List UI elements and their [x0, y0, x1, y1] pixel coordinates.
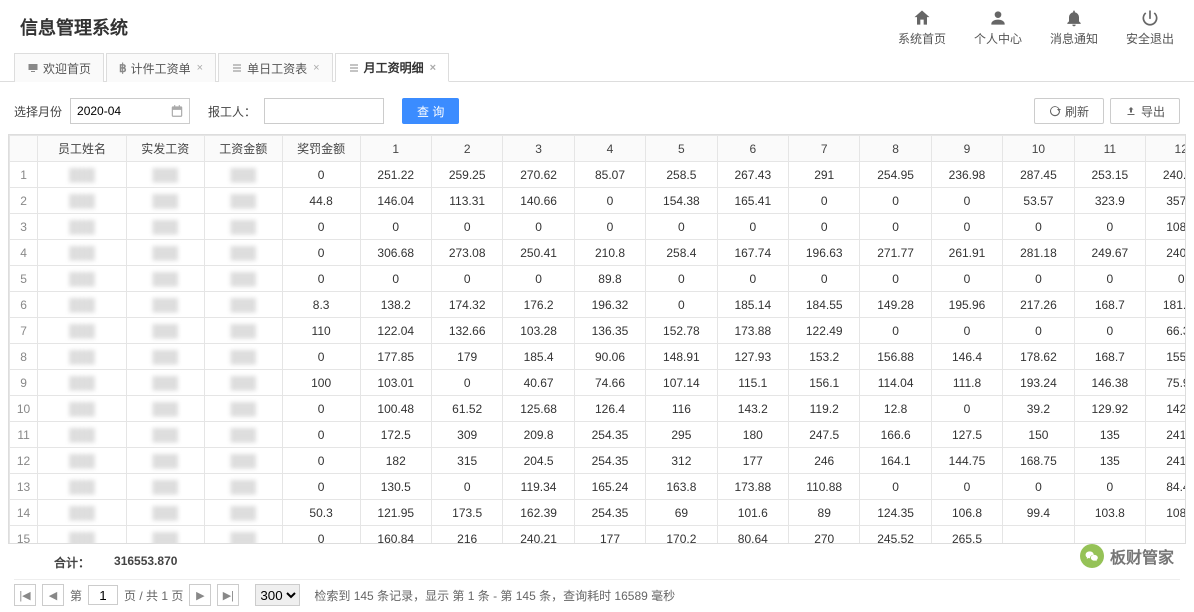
column-header[interactable] [10, 136, 38, 162]
app-header: 信息管理系统 系统首页 个人中心 消息通知 安全退出 [0, 0, 1194, 52]
column-header[interactable]: 7 [789, 136, 860, 162]
close-icon[interactable]: × [197, 62, 203, 74]
list-icon [348, 62, 360, 74]
table-row[interactable]: 2█████████44.8146.04113.31140.660154.381… [10, 188, 1187, 214]
table-row[interactable]: 8█████████0177.85179185.490.06148.91127.… [10, 344, 1187, 370]
export-icon [1125, 105, 1137, 117]
column-header[interactable]: 奖罚金额 [282, 136, 360, 162]
grid-header: 员工姓名实发工资工资金额奖罚金额12345678910111213 [10, 136, 1187, 162]
column-header[interactable]: 5 [646, 136, 717, 162]
nav-profile-label: 个人中心 [974, 30, 1022, 47]
table-row[interactable]: 3█████████000000000000108.410 [10, 214, 1187, 240]
monitor-icon [27, 62, 39, 74]
table-row[interactable]: 15█████████0160.84216240.21177170.280.64… [10, 526, 1187, 545]
header-nav: 系统首页 个人中心 消息通知 安全退出 [898, 8, 1174, 47]
table-row[interactable]: 13█████████0130.50119.34165.24163.8173.8… [10, 474, 1187, 500]
column-header[interactable]: 12 [1146, 136, 1186, 162]
refresh-icon [1049, 105, 1061, 117]
reporter-input[interactable] [264, 98, 384, 124]
nav-profile[interactable]: 个人中心 [974, 8, 1022, 47]
column-header[interactable]: 4 [574, 136, 645, 162]
pager-info: 检索到 145 条记录，显示 第 1 条 - 第 145 条，查询耗时 1658… [314, 587, 675, 604]
table-row[interactable]: 7█████████110122.04132.66103.28136.35152… [10, 318, 1187, 344]
table-row[interactable]: 14█████████50.3121.95173.5162.39254.3569… [10, 500, 1187, 526]
export-button[interactable]: 导出 [1110, 98, 1180, 124]
reporter-label: 报工人： [208, 103, 256, 120]
list-icon [231, 62, 243, 74]
pager-prev[interactable]: ◀ [42, 584, 64, 606]
pager-size-select[interactable]: 300 [255, 584, 300, 606]
calendar-icon[interactable] [170, 104, 184, 118]
column-header[interactable]: 实发工资 [126, 136, 204, 162]
app-title: 信息管理系统 [20, 14, 128, 40]
wechat-icon [1080, 544, 1104, 568]
tab-piece-salary[interactable]: ฿ 计件工资单 × [106, 53, 216, 82]
pager-page-input[interactable] [88, 585, 118, 605]
column-header[interactable]: 1 [360, 136, 431, 162]
refresh-button[interactable]: 刷新 [1034, 98, 1104, 124]
close-icon[interactable]: × [430, 62, 436, 74]
table-row[interactable]: 5█████████000089.800000000 [10, 266, 1187, 292]
tabs-bar: 欢迎首页 ฿ 计件工资单 × 单日工资表 × 月工资明细 × [0, 52, 1194, 82]
bitcoin-icon: ฿ [119, 61, 127, 75]
pager-next[interactable]: ▶ [189, 584, 211, 606]
home-icon [912, 8, 932, 28]
nav-logout-label: 安全退出 [1126, 30, 1174, 47]
column-header[interactable]: 2 [431, 136, 502, 162]
user-icon [988, 8, 1008, 28]
column-header[interactable]: 8 [860, 136, 931, 162]
nav-notify[interactable]: 消息通知 [1050, 8, 1098, 47]
table-row[interactable]: 10█████████0100.4861.52125.68126.4116143… [10, 396, 1187, 422]
column-header[interactable]: 3 [503, 136, 574, 162]
table-row[interactable]: 1█████████0251.22259.25270.6285.07258.52… [10, 162, 1187, 188]
pager-first[interactable]: |◀ [14, 584, 36, 606]
tab-welcome[interactable]: 欢迎首页 [14, 53, 104, 82]
pager: |◀ ◀ 第 页 / 共 1 页 ▶ ▶| 300 检索到 145 条记录，显示… [14, 579, 1180, 606]
nav-home[interactable]: 系统首页 [898, 8, 946, 47]
column-header[interactable]: 员工姓名 [38, 136, 127, 162]
sum-row: 合计： 316553.870 [14, 550, 1180, 575]
sum-value: 316553.870 [114, 554, 177, 571]
nav-logout[interactable]: 安全退出 [1126, 8, 1174, 47]
table-row[interactable]: 6█████████8.3138.2174.32176.2196.320185.… [10, 292, 1187, 318]
footer: 合计： 316553.870 |◀ ◀ 第 页 / 共 1 页 ▶ ▶| 300… [0, 544, 1194, 612]
bell-icon [1064, 8, 1084, 28]
table-row[interactable]: 4█████████0306.68273.08250.41210.8258.41… [10, 240, 1187, 266]
data-grid[interactable]: 员工姓名实发工资工资金额奖罚金额12345678910111213 1█████… [8, 134, 1186, 544]
table-row[interactable]: 12█████████0182315204.5254.3531217724616… [10, 448, 1187, 474]
table-row[interactable]: 9█████████100103.01040.6774.66107.14115.… [10, 370, 1187, 396]
month-label: 选择月份 [14, 103, 62, 120]
column-header[interactable]: 9 [931, 136, 1002, 162]
table-row[interactable]: 11█████████0172.5309209.8254.35295180247… [10, 422, 1187, 448]
column-header[interactable]: 工资金额 [204, 136, 282, 162]
close-icon[interactable]: × [313, 62, 319, 74]
nav-home-label: 系统首页 [898, 30, 946, 47]
pager-last[interactable]: ▶| [217, 584, 239, 606]
toolbar: 选择月份 报工人： 查 询 刷新 导出 [0, 82, 1194, 134]
column-header[interactable]: 6 [717, 136, 788, 162]
column-header[interactable]: 11 [1074, 136, 1145, 162]
sum-label: 合计： [54, 554, 90, 571]
tab-monthly-detail[interactable]: 月工资明细 × [335, 53, 449, 82]
query-button[interactable]: 查 询 [402, 98, 459, 124]
nav-notify-label: 消息通知 [1050, 30, 1098, 47]
tab-daily-salary[interactable]: 单日工资表 × [218, 53, 332, 82]
watermark: 板财管家 [1080, 544, 1174, 568]
column-header[interactable]: 10 [1003, 136, 1074, 162]
grid-body: 1█████████0251.22259.25270.6285.07258.52… [10, 162, 1187, 545]
power-icon [1140, 8, 1160, 28]
grid-wrap: 员工姓名实发工资工资金额奖罚金额12345678910111213 1█████… [0, 134, 1194, 544]
